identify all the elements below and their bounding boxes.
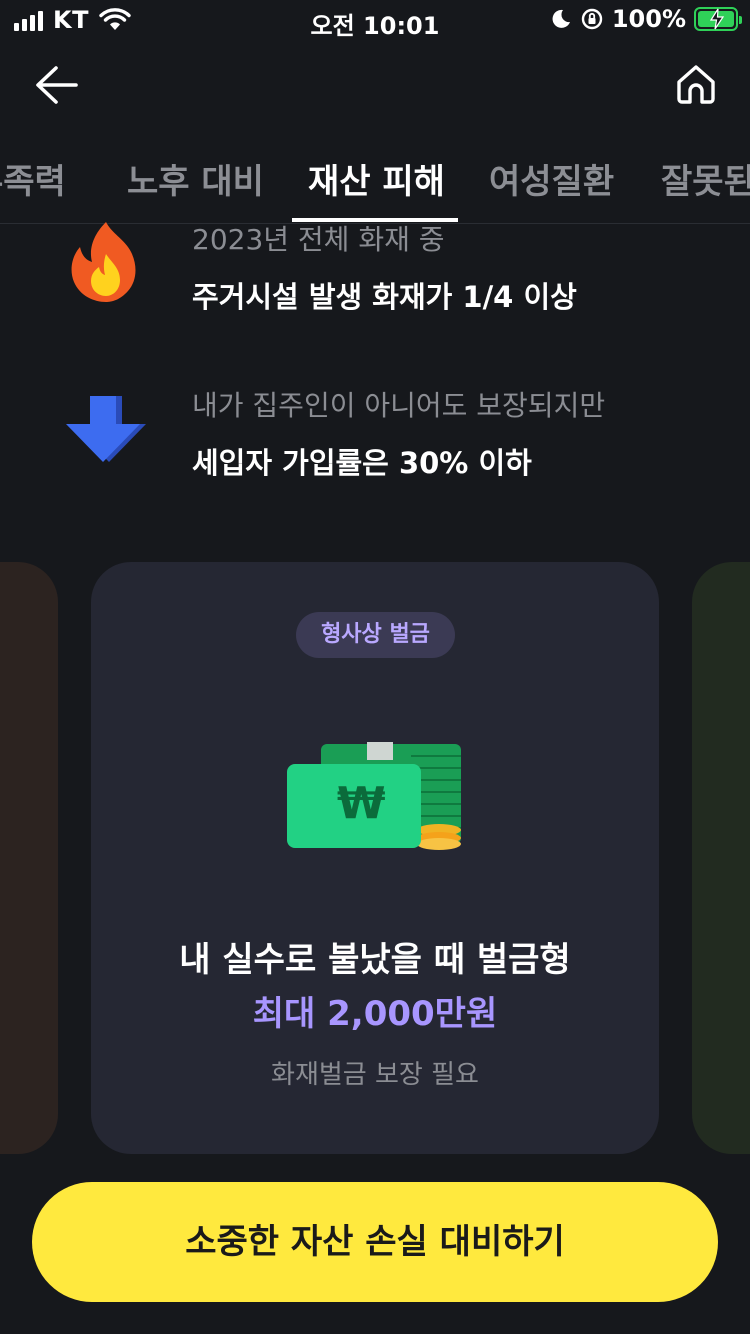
card-amount: 최대 2,000만원 [252, 994, 498, 1034]
svg-text:₩: ₩ [337, 778, 386, 829]
orientation-lock-icon [581, 8, 603, 30]
fire-icon [71, 222, 136, 302]
coverage-card[interactable]: 형사상 벌금 ₩ 내 실수로 불났을 때 벌금형 최대 2,000만원 화재벌금… [91, 562, 659, 1154]
moon-icon [552, 9, 570, 28]
info-main-text: 주거시설 발생 화재가 1/4 이상 [192, 280, 577, 314]
home-icon [677, 65, 715, 104]
prepare-loss-button[interactable]: 소중한 자산 손실 대비하기 [32, 1182, 718, 1302]
down-arrow-icon [66, 396, 146, 462]
category-tabs: 부족력 노후 대비 재산 피해 여성질환 잘못된 [0, 138, 750, 224]
next-card[interactable] [692, 562, 750, 1154]
battery-icon [694, 7, 742, 31]
info-main-text: 세입자 가입률은 30% 이하 [192, 446, 532, 480]
card-title: 내 실수로 불났을 때 벌금형 [179, 940, 571, 980]
info-row-fire: 2023년 전체 화재 중 주거시설 발생 화재가 1/4 이상 [0, 222, 750, 314]
prev-card[interactable] [0, 562, 58, 1154]
card-badge: 형사상 벌금 [296, 612, 455, 658]
info-sub-text: 2023년 전체 화재 중 [192, 223, 445, 256]
tab-wrong[interactable]: 잘못된 [661, 154, 750, 203]
tab-property-damage[interactable]: 재산 피해 [308, 154, 445, 203]
tab-retirement[interactable]: 노후 대비 [127, 154, 264, 203]
money-bundle-icon: ₩ [287, 742, 461, 850]
home-button[interactable] [674, 62, 718, 106]
info-row-tenant: 내가 집주인이 아니어도 보장되지만 세입자 가입률은 30% 이하 [0, 380, 750, 480]
tab-family-history[interactable]: 부족력 [0, 154, 66, 203]
back-button[interactable] [32, 62, 82, 108]
status-bar: KT 오전 10:01 100% [0, 0, 750, 40]
back-arrow-icon [36, 66, 78, 104]
status-right: 100% [550, 5, 742, 33]
battery-percent: 100% [611, 5, 686, 33]
screen: KT 오전 10:01 100% 족력 노후 대비 재산 피해 여성질환 잘못된… [0, 0, 750, 1334]
info-sub-text: 내가 집주인이 아니어도 보장되지만 [192, 389, 606, 422]
tab-womens-disease[interactable]: 여성질환 [489, 154, 614, 203]
card-note: 화재벌금 보장 필요 [271, 1060, 479, 1090]
